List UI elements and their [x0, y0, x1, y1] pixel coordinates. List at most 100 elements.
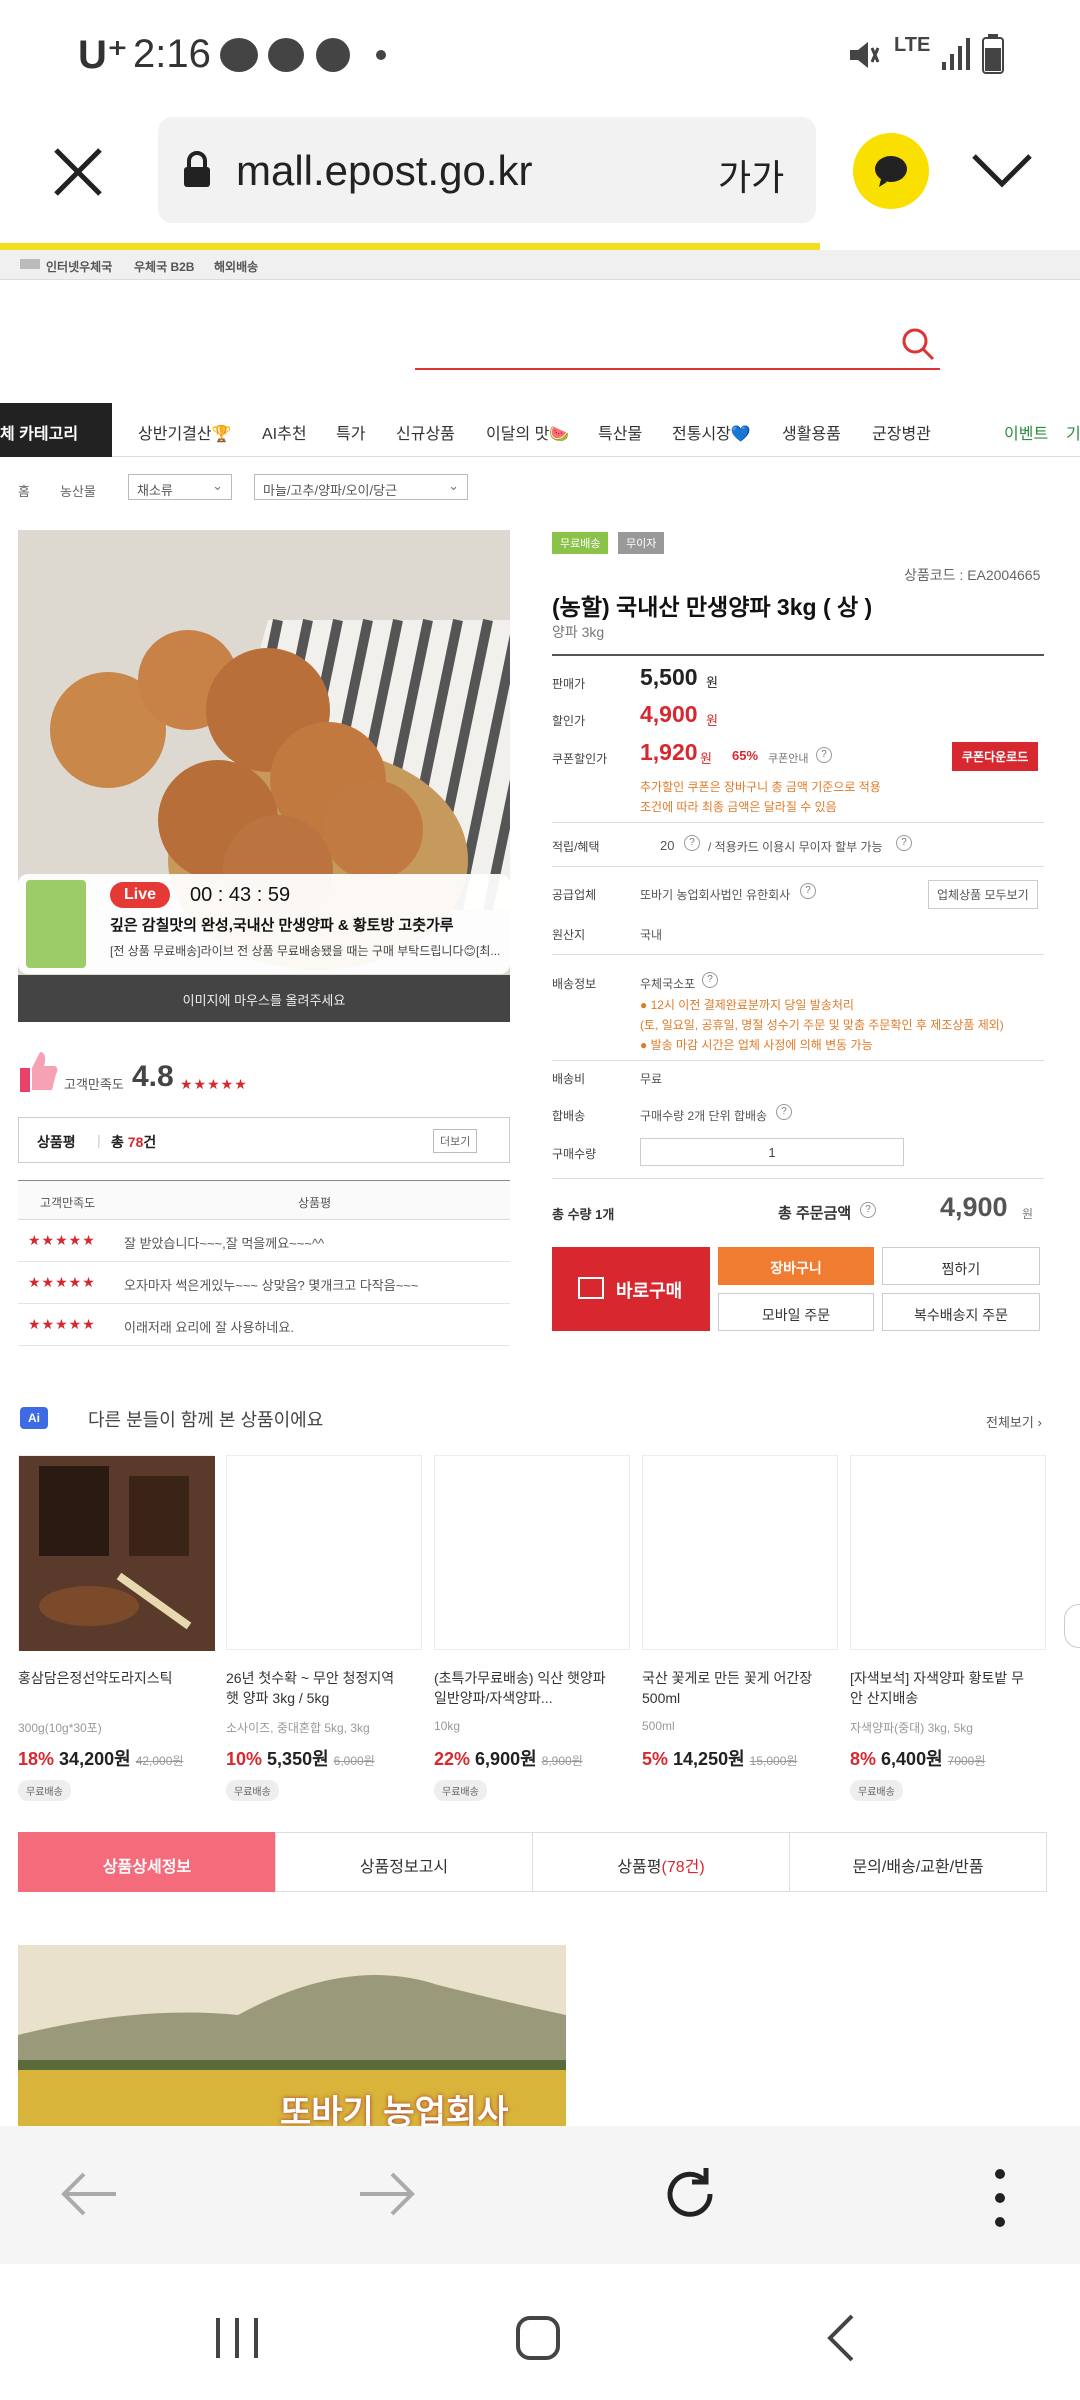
live-broadcast-banner[interactable]: Live 00 : 43 : 59 깊은 감칠맛의 완성,국내산 만생양파 & … [18, 874, 510, 974]
more-menu-icon[interactable] [990, 2168, 1010, 2228]
recommend-product-title[interactable]: 26년 첫수확 ~ 무안 청정지역 [226, 1668, 422, 1688]
recent-apps-icon[interactable] [214, 2316, 260, 2360]
system-back-icon[interactable] [826, 2314, 856, 2362]
recommend-product-option: 10kg [434, 1719, 461, 1733]
search-input[interactable] [415, 368, 940, 370]
buy-now-button[interactable]: 바로구매 [552, 1247, 710, 1331]
nav-item-living[interactable]: 생활용품 [782, 420, 841, 444]
rating-score: 4.8 [132, 1060, 174, 1093]
back-arrow-icon[interactable] [60, 2172, 118, 2216]
review-total-prefix: 총 [111, 1134, 124, 1150]
cart-button[interactable]: 장바구니 [718, 1247, 874, 1285]
recommend-product-title[interactable]: (초특가무료배송) 익산 햇양파 [434, 1668, 630, 1688]
coupon-info-link[interactable]: 쿠폰안내 [768, 750, 808, 766]
recommend-product-image[interactable] [434, 1455, 630, 1650]
rating-stars: ★★★★★ [180, 1076, 248, 1092]
carousel-next-button[interactable] [1064, 1604, 1080, 1648]
nav-item-market[interactable]: 전통시장💙 [672, 420, 751, 444]
tab-product-notice[interactable]: 상품정보고시 [275, 1832, 533, 1892]
nav-item-new[interactable]: 신규상품 [396, 420, 455, 444]
recommend-product-image[interactable] [226, 1455, 422, 1650]
util-link-b2b[interactable]: 우체국 B2B [134, 258, 194, 275]
recommend-title: 다른 분들이 함께 본 상품이에요 [88, 1410, 324, 1430]
lock-icon [184, 151, 210, 187]
recommend-product-title-line2[interactable]: 500ml [642, 1688, 838, 1708]
recommend-product-title[interactable]: 국산 꽃게로 만든 꽃게 어간장 [642, 1668, 838, 1688]
breadcrumb-home[interactable]: 홈 [18, 481, 30, 500]
recommend-product-image[interactable] [642, 1455, 838, 1650]
recommend-product-price: 34,200원 [59, 1749, 131, 1769]
forward-arrow-icon[interactable] [358, 2172, 416, 2216]
price-value: 5,500 [640, 664, 698, 690]
nav-item-cut[interactable]: 기 [1066, 420, 1080, 444]
nav-item-military[interactable]: 군장병관 [872, 420, 931, 444]
recommend-product-badge: 무료배송 [226, 1780, 279, 1801]
help-icon[interactable]: ? [776, 1104, 792, 1120]
breadcrumb-select-level3[interactable]: 마늘/고추/양파/오이/당근 ⌄ [254, 474, 468, 500]
origin-value: 국내 [640, 928, 663, 942]
reload-icon[interactable] [660, 2164, 720, 2224]
kakao-chat-button[interactable] [853, 133, 929, 209]
see-all-link[interactable]: 전체보기 › [986, 1412, 1042, 1431]
review-total-count: 78 [127, 1134, 144, 1150]
divider [552, 822, 1044, 823]
help-icon[interactable]: ? [860, 1202, 876, 1218]
nav-item-ai[interactable]: AI추천 [262, 420, 307, 444]
coupon-download-button[interactable]: 쿠폰다운로드 [952, 742, 1039, 771]
home-icon[interactable] [514, 2314, 562, 2362]
live-timer: 00 : 43 : 59 [190, 884, 291, 906]
recommend-product-title[interactable]: 홍삼담은정선약도라지스틱 [18, 1668, 214, 1688]
carrier-label: U⁺ [78, 33, 128, 77]
help-icon[interactable]: ? [896, 835, 912, 851]
help-icon[interactable]: ? [684, 835, 700, 851]
util-link-epost[interactable]: 인터넷우체국 [46, 258, 112, 275]
select-chevron-icon: ⌄ [212, 478, 223, 493]
recommend-product-image[interactable] [850, 1455, 1046, 1650]
bundle-value: 구매수량 2개 단위 합배송 [640, 1109, 768, 1123]
help-icon[interactable]: ? [800, 883, 816, 899]
review-row[interactable]: ★★★★★ 잘 받았습니다~~~,잘 먹을께요~~~^^ [18, 1220, 510, 1262]
tab-qna-shipping[interactable]: 문의/배송/교환/반품 [789, 1832, 1047, 1892]
help-icon[interactable]: ? [702, 972, 718, 988]
recommend-product-title-line2[interactable]: 일반양파/자색양파... [434, 1688, 630, 1708]
review-total-suffix: 건 [143, 1134, 157, 1150]
review-row[interactable]: ★★★★★ 오자마자 썩은게있누~~~ 상맞음? 몇개크고 다작음~~~ [18, 1262, 510, 1304]
recommend-product-image[interactable] [18, 1455, 215, 1651]
system-navigation-bar [0, 2264, 1080, 2400]
recommend-product-title-line2[interactable]: 안 산지배송 [850, 1688, 1046, 1708]
nav-item-specialty[interactable]: 특산물 [598, 420, 642, 444]
nav-item-event[interactable]: 이벤트 [1004, 420, 1048, 444]
supplier-products-button[interactable]: 업체상품 모두보기 [928, 880, 1038, 909]
signal-icon [942, 38, 970, 70]
url-bar[interactable]: mall.epost.go.kr 가가 [158, 117, 816, 223]
all-category-button[interactable]: 체 카테고리 [0, 403, 112, 457]
breadcrumb-level1[interactable]: 농산물 [60, 481, 96, 500]
browser-bottom-bar [0, 2126, 1080, 2264]
text-size-button[interactable]: 가가 [718, 149, 784, 201]
shipping-fee-value: 무료 [640, 1072, 663, 1086]
close-icon[interactable] [52, 146, 104, 198]
search-icon[interactable] [900, 326, 936, 362]
breadcrumb-select-level2[interactable]: 채소류 ⌄ [128, 474, 232, 500]
nav-item-special[interactable]: 특가 [336, 420, 365, 444]
help-icon[interactable]: ? [816, 747, 832, 763]
wishlist-button[interactable]: 찜하기 [882, 1247, 1040, 1285]
util-link-overseas[interactable]: 해외배송 [214, 258, 258, 275]
delivery-value: 우체국소포 [640, 977, 696, 991]
nav-item-monthly-taste[interactable]: 이달의 맛🍉 [486, 420, 569, 444]
chevron-down-icon[interactable] [970, 152, 1034, 188]
banner-text: 또바기 농업회사 [280, 2094, 509, 2126]
page-load-progress [0, 243, 820, 250]
review-row[interactable]: ★★★★★ 이래저래 요리에 잘 사용하네요. [18, 1304, 510, 1346]
quantity-input[interactable]: 1 [640, 1138, 904, 1166]
tab-reviews[interactable]: 상품평(78건) [532, 1832, 790, 1892]
tab-detail-info[interactable]: 상품상세정보 [18, 1832, 276, 1892]
recommend-product-title-line2[interactable]: 햇 양파 3kg / 5kg [226, 1688, 422, 1708]
supplier-value[interactable]: 또바기 농업회사법인 유한회사 [640, 886, 790, 903]
multi-address-order-button[interactable]: 복수배송지 주문 [882, 1293, 1040, 1331]
detail-banner-image: 또바기 농업회사 [18, 1945, 566, 2126]
review-more-button[interactable]: 더보기 [433, 1129, 478, 1153]
recommend-product-title[interactable]: [자색보석] 자색양파 황토밭 무 [850, 1668, 1046, 1688]
nav-item-half-year[interactable]: 상반기결산🏆 [138, 420, 232, 444]
mobile-order-button[interactable]: 모바일 주문 [718, 1293, 874, 1331]
